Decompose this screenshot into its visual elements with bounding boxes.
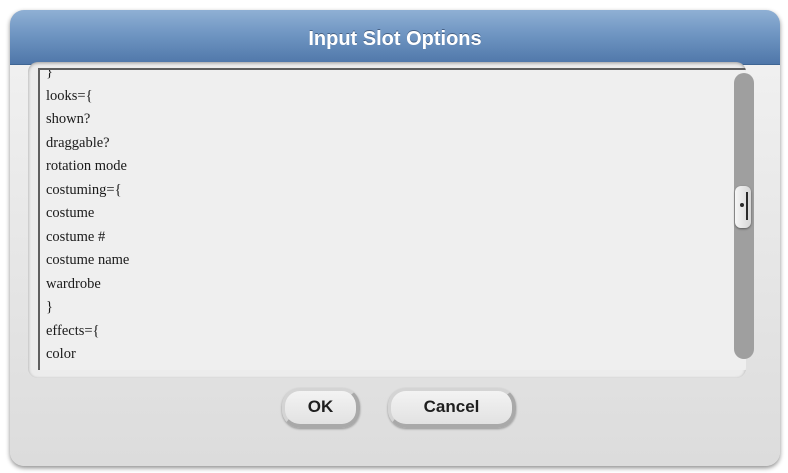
option-line: costume (46, 205, 95, 221)
option-line: color (46, 346, 76, 362)
scroll-handle-line-icon (746, 192, 748, 220)
scroll-handle-grip-icon (740, 203, 744, 207)
option-line: costume # (46, 228, 106, 245)
option-line: costume name (46, 252, 130, 268)
option-line: costuming={ (46, 181, 122, 198)
ok-button[interactable]: OK (282, 388, 360, 428)
option-line: wardrobe (46, 275, 101, 292)
option-line: } (46, 68, 53, 80)
option-line: draggable? (46, 134, 110, 151)
dialog-title-bar[interactable]: Input Slot Options (10, 10, 780, 65)
options-text-lines: } looks={ shown? draggable? rotation mod… (46, 68, 130, 371)
option-line: fisheye (46, 367, 129, 371)
options-text-frame: } looks={ shown? draggable? rotation mod… (28, 62, 746, 378)
option-line: looks={ (46, 87, 93, 104)
option-line: } (46, 299, 53, 315)
option-line: effects={ (46, 322, 100, 339)
option-line: shown? (46, 111, 91, 127)
option-line: rotation mode (46, 158, 127, 174)
dialog-title: Input Slot Options (308, 28, 482, 50)
cancel-button[interactable]: Cancel (388, 388, 516, 428)
options-textarea[interactable]: } looks={ shown? draggable? rotation mod… (38, 68, 746, 370)
scrollbar-handle[interactable] (735, 186, 751, 228)
